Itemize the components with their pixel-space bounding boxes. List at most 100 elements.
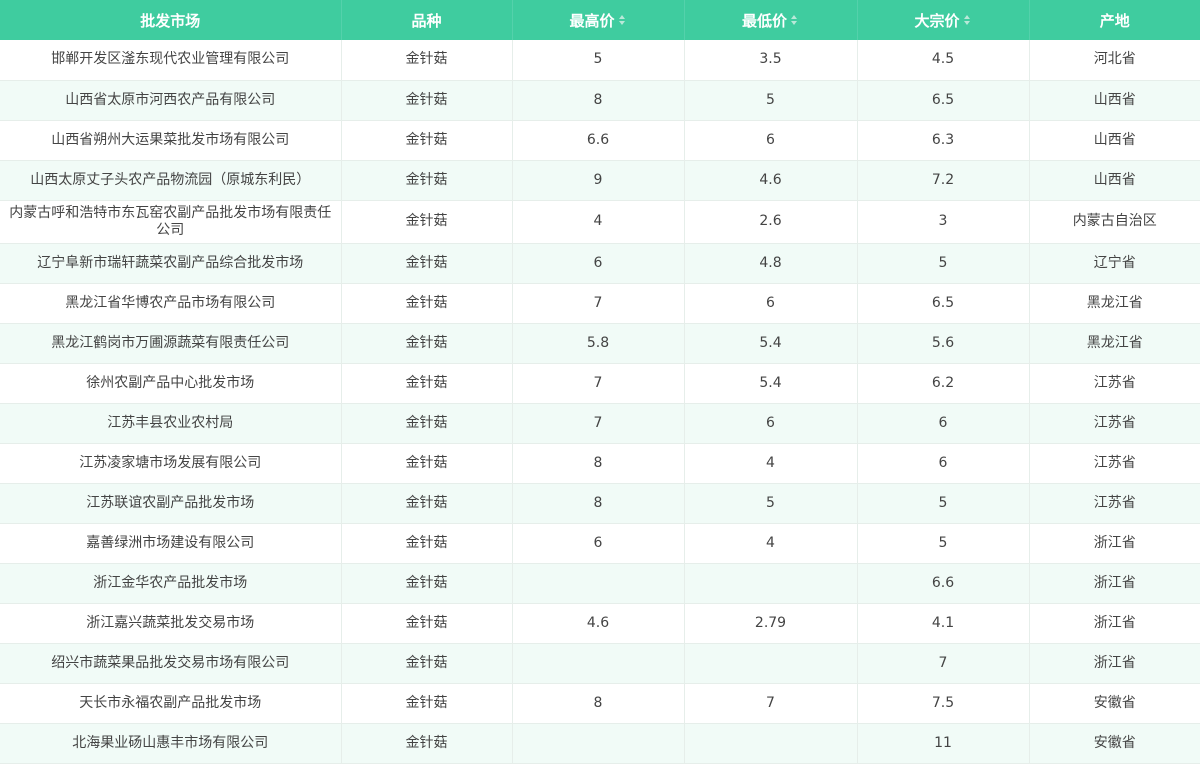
cell-market: 嘉善绿洲市场建设有限公司: [0, 523, 342, 564]
table-row: 嘉善绿洲市场建设有限公司 金针菇 6 4 5 浙江省: [0, 523, 1200, 564]
table-row: 江苏联谊农副产品批发市场 金针菇 8 5 5 江苏省: [0, 483, 1200, 524]
header-market: 批发市场: [0, 0, 342, 40]
cell-market: 山西太原丈子头农产品物流园（原城东利民）: [0, 160, 342, 201]
cell-variety: 金针菇: [341, 323, 513, 364]
cell-origin: 浙江省: [1029, 563, 1200, 604]
cell-bulk-price: 7: [857, 643, 1030, 684]
cell-max-price: 5: [512, 40, 685, 81]
table-header: 批发市场 品种 最高价 最低价 大宗价 产地: [0, 0, 1200, 40]
cell-max-price: 4: [512, 200, 685, 244]
cell-min-price: [684, 723, 858, 764]
table-row: 江苏丰县农业农村局 金针菇 7 6 6 江苏省: [0, 403, 1200, 444]
cell-max-price: 7: [512, 363, 685, 404]
cell-origin: 内蒙古自治区: [1029, 200, 1200, 244]
cell-min-price: 6: [684, 283, 858, 324]
cell-min-price: 4.8: [684, 243, 858, 284]
cell-variety: 金针菇: [341, 643, 513, 684]
header-label: 品种: [411, 11, 442, 30]
cell-market: 内蒙古呼和浩特市东瓦窑农副产品批发市场有限责任公司: [0, 200, 342, 244]
cell-max-price: [512, 643, 685, 684]
table-row: 徐州农副产品中心批发市场 金针菇 7 5.4 6.2 江苏省: [0, 363, 1200, 404]
cell-origin: 山西省: [1029, 80, 1200, 121]
cell-min-price: 5: [684, 483, 858, 524]
cell-max-price: [512, 723, 685, 764]
cell-max-price: 7: [512, 403, 685, 444]
cell-max-price: 7: [512, 283, 685, 324]
header-origin: 产地: [1029, 0, 1200, 40]
cell-market: 江苏凌家塘市场发展有限公司: [0, 443, 342, 484]
cell-min-price: 2.6: [684, 200, 858, 244]
cell-variety: 金针菇: [341, 483, 513, 524]
header-row: 批发市场 品种 最高价 最低价 大宗价 产地: [0, 0, 1200, 40]
cell-bulk-price: 3: [857, 200, 1030, 244]
table-row: 山西省太原市河西农产品有限公司 金针菇 8 5 6.5 山西省: [0, 80, 1200, 121]
table-row: 绍兴市蔬菜果品批发交易市场有限公司 金针菇 7 浙江省: [0, 643, 1200, 684]
cell-market: 绍兴市蔬菜果品批发交易市场有限公司: [0, 643, 342, 684]
cell-variety: 金针菇: [341, 603, 513, 644]
cell-bulk-price: 6: [857, 443, 1030, 484]
cell-min-price: 6: [684, 403, 858, 444]
cell-min-price: [684, 643, 858, 684]
cell-max-price: 6: [512, 243, 685, 284]
sort-icon[interactable]: [618, 14, 627, 26]
cell-origin: 江苏省: [1029, 483, 1200, 524]
cell-max-price: 9: [512, 160, 685, 201]
cell-bulk-price: 4.5: [857, 40, 1030, 81]
price-table: 批发市场 品种 最高价 最低价 大宗价 产地 邯郸开发区滏东现代农业管理有限公司…: [0, 0, 1200, 764]
cell-variety: 金针菇: [341, 160, 513, 201]
cell-variety: 金针菇: [341, 120, 513, 161]
cell-bulk-price: 7.2: [857, 160, 1030, 201]
cell-max-price: 8: [512, 483, 685, 524]
cell-bulk-price: 6.6: [857, 563, 1030, 604]
table-row: 内蒙古呼和浩特市东瓦窑农副产品批发市场有限责任公司 金针菇 4 2.6 3 内蒙古自治区: [0, 200, 1200, 244]
cell-origin: 黑龙江省: [1029, 323, 1200, 364]
header-bulk-price[interactable]: 大宗价: [857, 0, 1030, 40]
cell-variety: 金针菇: [341, 443, 513, 484]
cell-variety: 金针菇: [341, 363, 513, 404]
cell-min-price: 5.4: [684, 363, 858, 404]
header-label: 批发市场: [140, 11, 201, 30]
sort-icon[interactable]: [963, 14, 972, 26]
cell-bulk-price: 7.5: [857, 683, 1030, 724]
cell-variety: 金针菇: [341, 200, 513, 244]
cell-max-price: 8: [512, 443, 685, 484]
table-row: 山西太原丈子头农产品物流园（原城东利民） 金针菇 9 4.6 7.2 山西省: [0, 160, 1200, 201]
header-min-price[interactable]: 最低价: [684, 0, 858, 40]
cell-market: 徐州农副产品中心批发市场: [0, 363, 342, 404]
cell-market: 黑龙江鹤岗市万圃源蔬菜有限责任公司: [0, 323, 342, 364]
cell-variety: 金针菇: [341, 403, 513, 444]
cell-market: 江苏丰县农业农村局: [0, 403, 342, 444]
cell-min-price: [684, 563, 858, 604]
cell-variety: 金针菇: [341, 243, 513, 284]
cell-origin: 安徽省: [1029, 723, 1200, 764]
cell-bulk-price: 6.5: [857, 283, 1030, 324]
table-row: 浙江金华农产品批发市场 金针菇 6.6 浙江省: [0, 563, 1200, 604]
cell-bulk-price: 5.6: [857, 323, 1030, 364]
cell-bulk-price: 5: [857, 523, 1030, 564]
cell-origin: 江苏省: [1029, 443, 1200, 484]
cell-max-price: 5.8: [512, 323, 685, 364]
cell-origin: 浙江省: [1029, 523, 1200, 564]
cell-market: 山西省太原市河西农产品有限公司: [0, 80, 342, 121]
cell-min-price: 4.6: [684, 160, 858, 201]
cell-min-price: 7: [684, 683, 858, 724]
cell-max-price: 4.6: [512, 603, 685, 644]
header-max-price[interactable]: 最高价: [512, 0, 685, 40]
cell-variety: 金针菇: [341, 563, 513, 604]
cell-min-price: 5: [684, 80, 858, 121]
cell-min-price: 5.4: [684, 323, 858, 364]
cell-market: 辽宁阜新市瑞轩蔬菜农副产品综合批发市场: [0, 243, 342, 284]
cell-min-price: 2.79: [684, 603, 858, 644]
header-variety: 品种: [341, 0, 513, 40]
table-row: 邯郸开发区滏东现代农业管理有限公司 金针菇 5 3.5 4.5 河北省: [0, 40, 1200, 81]
sort-icon[interactable]: [791, 14, 799, 26]
cell-min-price: 4: [684, 523, 858, 564]
cell-origin: 辽宁省: [1029, 243, 1200, 284]
table-row: 黑龙江省华博农产品市场有限公司 金针菇 7 6 6.5 黑龙江省: [0, 283, 1200, 324]
cell-market: 浙江嘉兴蔬菜批发交易市场: [0, 603, 342, 644]
cell-max-price: 8: [512, 80, 685, 121]
cell-bulk-price: 6.2: [857, 363, 1030, 404]
cell-min-price: 4: [684, 443, 858, 484]
cell-market: 山西省朔州大运果菜批发市场有限公司: [0, 120, 342, 161]
table-row: 江苏凌家塘市场发展有限公司 金针菇 8 4 6 江苏省: [0, 443, 1200, 484]
